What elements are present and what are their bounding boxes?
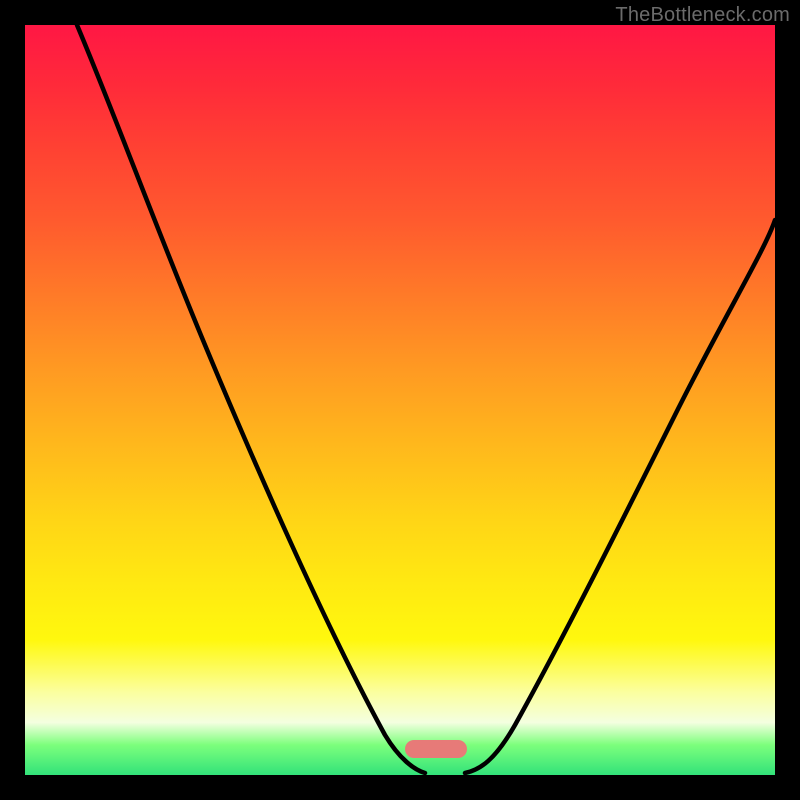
optimal-marker — [405, 740, 467, 758]
bottleneck-curve — [25, 25, 775, 775]
watermark-text: TheBottleneck.com — [615, 4, 790, 27]
outer-frame: TheBottleneck.com — [0, 0, 800, 800]
curve-right-branch — [465, 220, 775, 773]
curve-left-branch — [77, 25, 425, 773]
